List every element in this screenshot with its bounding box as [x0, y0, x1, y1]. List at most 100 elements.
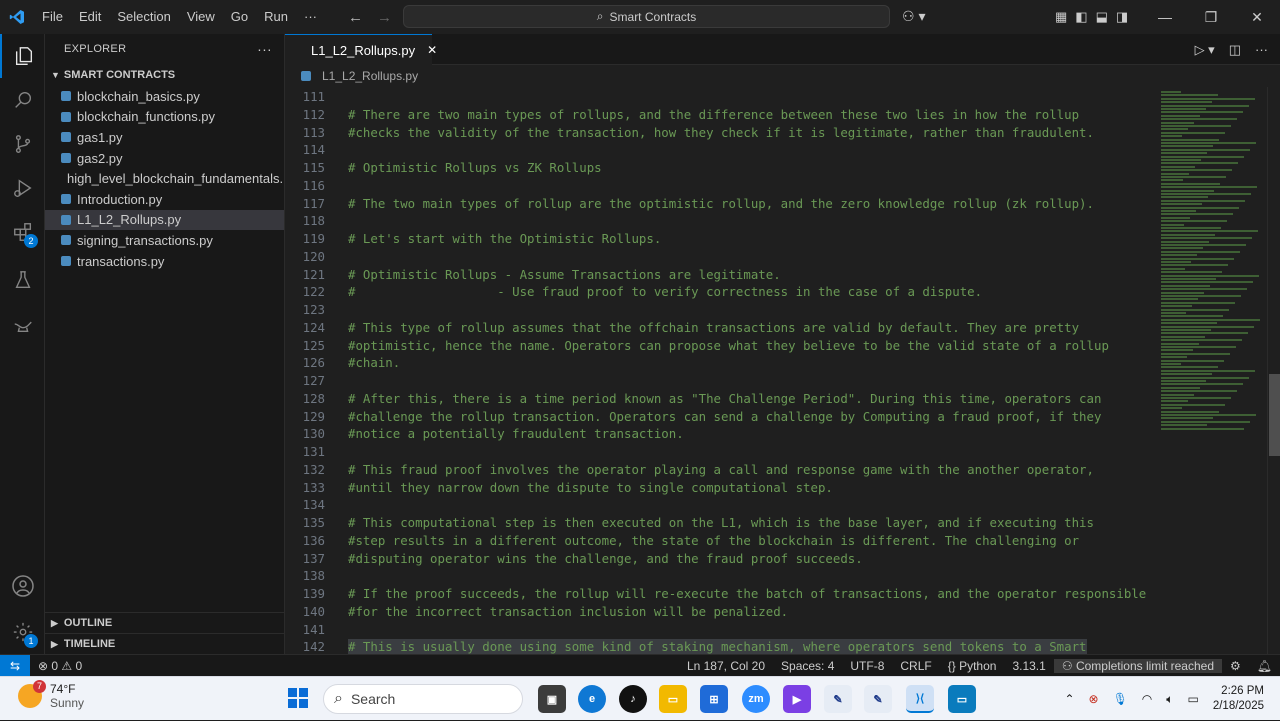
vertical-scrollbar[interactable]: [1267, 87, 1280, 654]
settings-gear-icon[interactable]: 1: [0, 610, 45, 654]
pen-app-2-icon[interactable]: ✎: [864, 685, 892, 713]
code-line[interactable]: #step results in a different outcome, th…: [348, 533, 1079, 548]
folder-smart-contracts[interactable]: ▼ SMART CONTRACTS: [45, 64, 284, 86]
tiktok-icon[interactable]: ♪: [619, 685, 647, 713]
line-ending[interactable]: CRLF: [892, 659, 939, 673]
run-python-icon[interactable]: ▷ ▾: [1195, 42, 1215, 58]
back-arrow-icon[interactable]: ←: [348, 9, 363, 26]
file-item[interactable]: blockchain_basics.py: [45, 86, 284, 107]
indentation[interactable]: Spaces: 4: [773, 659, 842, 673]
encoding[interactable]: UTF-8: [842, 659, 892, 673]
clock[interactable]: 2:26 PM 2/18/2025: [1213, 684, 1264, 714]
zoom-icon[interactable]: zm: [742, 685, 770, 713]
close-window-icon[interactable]: ✕: [1234, 9, 1280, 26]
microphone-icon[interactable]: 🎙︎: [1113, 692, 1128, 706]
account-icon[interactable]: [0, 564, 45, 608]
menu-more[interactable]: ···: [296, 0, 325, 34]
code-line[interactable]: #notice a potentially fraudulent transac…: [348, 426, 684, 441]
tab-l1-l2-rollups[interactable]: L1_L2_Rollups.py ✕: [285, 34, 437, 65]
code-line[interactable]: #until they narrow down the dispute to s…: [348, 480, 833, 495]
code-line[interactable]: #chain.: [348, 355, 400, 370]
clapper-app-icon[interactable]: ▶: [783, 685, 811, 713]
problems-indicator[interactable]: ⊗ 0 ⚠ 0: [30, 659, 90, 673]
security-icon[interactable]: ⊗: [1089, 692, 1099, 706]
task-view-icon[interactable]: ▣: [538, 685, 566, 713]
code-line[interactable]: #challenge the rollup transaction. Opera…: [348, 409, 1101, 424]
code-line[interactable]: # This is usually done using some kind o…: [348, 639, 1087, 654]
minimap[interactable]: [1155, 87, 1267, 654]
file-item[interactable]: transactions.py: [45, 251, 284, 272]
code-line[interactable]: #for the incorrect transaction inclusion…: [348, 604, 788, 619]
cursor-position[interactable]: Ln 187, Col 20: [679, 659, 773, 673]
file-item[interactable]: gas2.py: [45, 148, 284, 169]
weather-widget[interactable]: 7 74°F Sunny: [18, 680, 84, 710]
volume-icon[interactable]: 🔈︎: [1166, 692, 1173, 707]
menu-go[interactable]: Go: [223, 0, 256, 34]
code-line[interactable]: # This computational step is then execut…: [348, 515, 1094, 530]
code-line[interactable]: # This type of rollup assumes that the o…: [348, 320, 1079, 335]
close-tab-icon[interactable]: ✕: [427, 43, 437, 57]
edge-browser-icon[interactable]: e: [578, 685, 606, 713]
explorer-icon[interactable]: [0, 34, 45, 78]
code-line[interactable]: # After this, there is a time period kno…: [348, 391, 1101, 406]
python-version[interactable]: 3.13.1: [1004, 659, 1053, 673]
scrollbar-thumb[interactable]: [1269, 374, 1280, 456]
notifications-bell-icon[interactable]: 🔔︎: [1249, 659, 1280, 673]
minimize-icon[interactable]: —: [1142, 9, 1188, 25]
file-explorer-icon[interactable]: ▭: [659, 685, 687, 713]
code-line[interactable]: #optimistic, hence the name. Operators c…: [348, 338, 1109, 353]
timeline-section[interactable]: ▶ TIMELINE: [45, 633, 285, 654]
explorer-more-icon[interactable]: ···: [257, 41, 272, 57]
vscode-taskbar-icon[interactable]: ⟩⟨: [906, 685, 934, 713]
code-line[interactable]: # Let's start with the Optimistic Rollup…: [348, 231, 661, 246]
command-center-search[interactable]: ⌕ Smart Contracts: [403, 5, 890, 28]
more-actions-icon[interactable]: ···: [1255, 42, 1268, 57]
menu-view[interactable]: View: [179, 0, 223, 34]
menu-run[interactable]: Run: [256, 0, 296, 34]
breadcrumb-file[interactable]: L1_L2_Rollups.py: [322, 69, 418, 83]
pen-app-icon[interactable]: ✎: [824, 685, 852, 713]
extensions-icon[interactable]: 2: [0, 210, 45, 254]
forward-arrow-icon[interactable]: →: [377, 9, 392, 26]
toggle-primary-sidebar-icon[interactable]: ◧: [1075, 9, 1087, 25]
battery-icon[interactable]: ▭: [1187, 692, 1198, 706]
code-line[interactable]: # Optimistic Rollups vs ZK Rollups: [348, 160, 602, 175]
source-control-icon[interactable]: [0, 122, 45, 166]
menu-file[interactable]: File: [34, 0, 71, 34]
file-item[interactable]: Introduction.py: [45, 189, 284, 210]
toggle-secondary-sidebar-icon[interactable]: ◨: [1116, 9, 1128, 25]
genie-lamp-icon[interactable]: [0, 302, 45, 346]
file-item[interactable]: blockchain_functions.py: [45, 107, 284, 128]
search-view-icon[interactable]: [0, 78, 45, 122]
language-mode[interactable]: {} Python: [940, 659, 1005, 673]
code-line[interactable]: # This fraud proof involves the operator…: [348, 462, 1094, 477]
code-line[interactable]: # Optimistic Rollups - Assume Transactio…: [348, 267, 781, 282]
code-line[interactable]: # The two main types of rollup are the o…: [348, 196, 1094, 211]
chevron-up-icon[interactable]: ⌃: [1064, 692, 1074, 706]
file-item[interactable]: L1_L2_Rollups.py: [45, 209, 284, 231]
customize-layout-icon[interactable]: ▦: [1055, 9, 1067, 25]
code-line[interactable]: # If the proof succeeds, the rollup will…: [348, 586, 1146, 601]
feedback-icon[interactable]: ⚙: [1222, 659, 1249, 673]
code-editor[interactable]: 111 112 # There are two main types of roll…: [285, 87, 1155, 654]
run-debug-icon[interactable]: [0, 166, 45, 210]
toggle-panel-icon[interactable]: ⬓: [1096, 9, 1108, 25]
file-item[interactable]: high_level_blockchain_fundamentals....: [45, 168, 284, 189]
taskbar-search[interactable]: ⌕ Search: [323, 684, 523, 714]
outline-section[interactable]: ▶ OUTLINE: [45, 612, 285, 633]
code-line[interactable]: #disputing operator wins the challenge, …: [348, 551, 863, 566]
wifi-icon[interactable]: ◠: [1142, 692, 1152, 706]
windows-start-icon[interactable]: [288, 688, 308, 708]
microsoft-store-icon[interactable]: ⊞: [700, 685, 728, 713]
copilot-status[interactable]: ⚇ Completions limit reached: [1053, 658, 1222, 673]
file-item[interactable]: signing_transactions.py: [45, 230, 284, 251]
copilot-icon[interactable]: ⚇ ▾: [902, 8, 925, 25]
testing-icon[interactable]: [0, 258, 45, 302]
code-line[interactable]: #checks the validity of the transaction,…: [348, 125, 1094, 140]
code-line[interactable]: # There are two main types of rollups, a…: [348, 107, 1079, 122]
restore-icon[interactable]: ❐: [1188, 9, 1234, 26]
remote-desktop-icon[interactable]: ▭: [948, 685, 976, 713]
file-item[interactable]: gas1.py: [45, 127, 284, 148]
menu-selection[interactable]: Selection: [109, 0, 178, 34]
split-editor-icon[interactable]: ◫: [1229, 42, 1241, 58]
